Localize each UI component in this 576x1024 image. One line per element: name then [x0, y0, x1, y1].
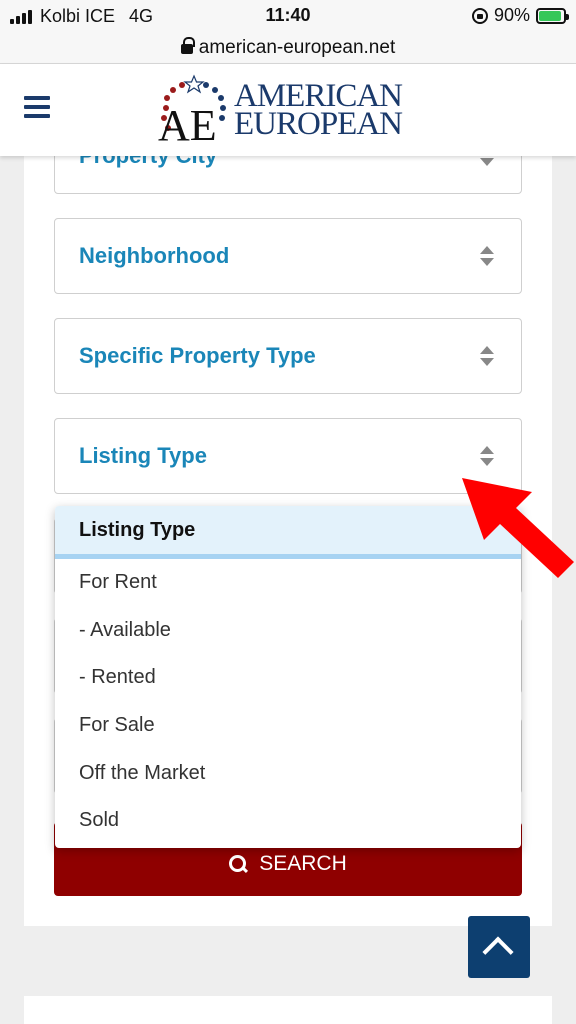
- dropdown-option[interactable]: Off the Market: [55, 749, 521, 797]
- dropdown-option[interactable]: For Sale: [55, 702, 521, 750]
- site-header: AE AMERICAN EUROPEAN: [0, 64, 576, 156]
- red-arrow-annotation: [462, 478, 574, 578]
- sort-arrows-icon: [479, 446, 495, 468]
- chevron-up-icon: [482, 936, 514, 968]
- battery-icon: [536, 7, 569, 24]
- battery-percent: 90%: [493, 5, 530, 25]
- logo-monogram: AE: [158, 101, 217, 148]
- sort-arrows-icon: [479, 346, 495, 368]
- neighborhood-label: Neighborhood: [79, 243, 230, 268]
- logo[interactable]: AE AMERICAN EUROPEAN: [154, 74, 424, 148]
- dropdown-option[interactable]: - Rented: [55, 654, 521, 702]
- lower-panel: [24, 996, 552, 1024]
- menu-icon[interactable]: [24, 96, 50, 118]
- url-text: american-european.net: [198, 36, 396, 58]
- listing-type-label: Listing Type: [79, 443, 207, 468]
- orientation-lock-icon: [471, 7, 488, 24]
- lock-icon: [180, 36, 195, 56]
- status-right: 90%: [471, 5, 569, 26]
- url-bar[interactable]: american-european.net: [0, 32, 576, 64]
- search-button-label: SEARCH: [259, 852, 347, 875]
- status-bar: Kolbi ICE 4G 11:40 90%: [0, 0, 576, 32]
- logo-mark: AE: [158, 74, 226, 148]
- dropdown-option[interactable]: - Available: [55, 607, 521, 655]
- back-to-top-button[interactable]: [468, 916, 530, 978]
- dropdown-option[interactable]: Sold: [55, 797, 521, 845]
- sort-arrows-icon: [479, 246, 495, 268]
- neighborhood-select[interactable]: Neighborhood: [54, 218, 522, 294]
- search-icon: [229, 855, 247, 873]
- logo-line-european: EUROPEAN: [234, 106, 403, 142]
- specific-property-type-select[interactable]: Specific Property Type: [54, 318, 522, 394]
- battery-fill: [539, 10, 561, 21]
- logo-text: AMERICAN EUROPEAN: [234, 80, 403, 142]
- specific-property-type-label: Specific Property Type: [79, 343, 316, 368]
